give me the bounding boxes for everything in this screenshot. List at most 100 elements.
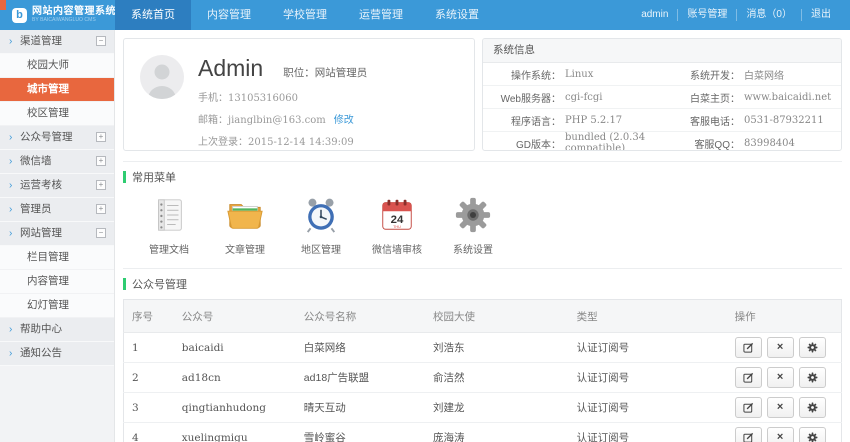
expand-icon[interactable]: + xyxy=(96,132,106,142)
svg-text:THU: THU xyxy=(393,225,401,229)
cell-account: qingtianhudong xyxy=(174,393,296,423)
edit-button[interactable] xyxy=(735,337,762,358)
nav-tab-operations[interactable]: 运营管理 xyxy=(343,0,419,30)
settings-button[interactable] xyxy=(799,427,826,442)
quick-item-region-management[interactable]: 地区管理 xyxy=(297,196,345,256)
gear-small-icon xyxy=(807,342,818,353)
cell-no: 2 xyxy=(124,363,174,393)
collapse-icon[interactable]: − xyxy=(96,36,106,46)
expand-icon[interactable]: + xyxy=(96,204,106,214)
gear-small-icon xyxy=(807,432,818,442)
sidebar-item-campus-management[interactable]: 校区管理 xyxy=(0,102,114,126)
settings-button[interactable] xyxy=(799,367,826,388)
accounts-section: 公众号管理 序号公众号公众号名称校园大使类型操作 1baicaidi白菜网络刘浩… xyxy=(123,268,842,442)
profile-phone: 手机：13105316060 xyxy=(198,89,367,104)
system-info-row: 程序语言：PHP 5.2.17客服电话：0531-87932211 xyxy=(483,109,841,132)
quick-item-label: 微信墙审核 xyxy=(372,241,422,256)
info-label: 系统开发： xyxy=(662,67,740,82)
sidebar-item-label: 通知公告 xyxy=(20,347,62,359)
user-menu-username[interactable]: admin xyxy=(632,9,678,21)
cell-type: 认证订阅号 xyxy=(569,333,727,363)
profile-name: Admin xyxy=(198,55,263,82)
cell-ambassador: 刘建龙 xyxy=(425,393,569,423)
app-subtitle: BY BAICAIWANGLUO CMS xyxy=(32,18,103,24)
collapse-icon[interactable]: − xyxy=(96,228,106,238)
edit-icon xyxy=(743,372,754,383)
info-value: PHP 5.2.17 xyxy=(561,115,622,126)
quick-item-doc-management[interactable]: 管理文档 xyxy=(145,196,193,256)
user-menu-logout[interactable]: 退出 xyxy=(802,9,840,21)
info-value: Linux xyxy=(561,69,593,80)
cell-name: 白菜网络 xyxy=(296,333,425,363)
table-row: 3qingtianhudong晴天互动刘建龙认证订阅号 × xyxy=(124,393,842,423)
delete-button[interactable]: × xyxy=(767,397,794,418)
nav-tab-content[interactable]: 内容管理 xyxy=(191,0,267,30)
cell-actions: × xyxy=(727,393,842,423)
sidebar-item-official-accounts[interactable]: ›公众号管理+ xyxy=(0,126,114,150)
info-value: 83998404 xyxy=(740,138,795,149)
quick-item-wechat-wall-review[interactable]: 24 THU微信墙审核 xyxy=(373,196,421,256)
sidebar-item-operation-assessment[interactable]: ›运营考核+ xyxy=(0,174,114,198)
settings-button[interactable] xyxy=(799,337,826,358)
quick-item-label: 文章管理 xyxy=(225,241,265,256)
expand-icon[interactable]: + xyxy=(96,156,106,166)
sidebar: ›渠道管理−校园大师城市管理校区管理›公众号管理+›微信墙+›运营考核+ › 管理员… xyxy=(0,30,115,442)
sidebar-item-label: 管理员 xyxy=(20,203,52,215)
cell-type: 认证订阅号 xyxy=(569,363,727,393)
close-icon: × xyxy=(777,342,783,353)
sidebar-item-city-management[interactable]: 城市管理 xyxy=(0,78,114,102)
folder-icon xyxy=(226,196,264,234)
system-info-cell: Web服务器：cgi-fcgi xyxy=(483,90,662,105)
sidebar-item-campus-master[interactable]: 校园大师 xyxy=(0,54,114,78)
edit-icon xyxy=(743,402,754,413)
delete-button[interactable]: × xyxy=(767,427,794,442)
sidebar-item-content-management[interactable]: 内容管理 xyxy=(0,270,114,294)
nav-tab-settings[interactable]: 系统设置 xyxy=(419,0,495,30)
edit-email-link[interactable]: 修改 xyxy=(334,115,354,126)
edit-button[interactable] xyxy=(735,367,762,388)
column-header: 校园大使 xyxy=(425,300,569,333)
cell-ambassador: 刘浩东 xyxy=(425,333,569,363)
app-title: 网站内容管理系统 xyxy=(32,6,116,17)
quick-item-system-settings[interactable]: 系统设置 xyxy=(449,196,497,256)
chevron-right-icon: › xyxy=(9,342,12,365)
delete-button[interactable]: × xyxy=(767,367,794,388)
expand-icon[interactable]: + xyxy=(96,180,106,190)
cell-account: ad18cn xyxy=(174,363,296,393)
info-value: www.baicaidi.net xyxy=(740,92,831,103)
sidebar-item-column-management[interactable]: 栏目管理 xyxy=(0,246,114,270)
system-info-cell: 白菜主页：www.baicaidi.net xyxy=(662,90,841,105)
info-label: 操作系统： xyxy=(483,67,561,82)
sidebar-item-help-center[interactable]: ›帮助中心 xyxy=(0,318,114,342)
settings-button[interactable] xyxy=(799,397,826,418)
sidebar-item-slideshow-management[interactable]: 幻灯管理 xyxy=(0,294,114,318)
corner-artifact xyxy=(0,0,6,10)
column-header: 类型 xyxy=(569,300,727,333)
quick-item-label: 管理文档 xyxy=(149,241,189,256)
sidebar-item-wechat-wall[interactable]: ›微信墙+ xyxy=(0,150,114,174)
delete-button[interactable]: × xyxy=(767,337,794,358)
sidebar-item-channel-management[interactable]: ›渠道管理− xyxy=(0,30,114,54)
sidebar-item-administrators[interactable]: ›管理员+ xyxy=(0,198,114,222)
nav-tab-home[interactable]: 系统首页 xyxy=(115,0,191,30)
quick-item-article-management[interactable]: 文章管理 xyxy=(221,196,269,256)
user-menu-messages[interactable]: 消息（0） xyxy=(737,9,802,21)
table-row: 2ad18cnad18广告联盟俞洁然认证订阅号 × xyxy=(124,363,842,393)
gear-small-icon xyxy=(807,372,818,383)
edit-button[interactable] xyxy=(735,397,762,418)
top-header: b 网站内容管理系统 BY BAICAIWANGLUO CMS 系统首页内容管理… xyxy=(0,0,850,30)
accounts-table: 序号公众号公众号名称校园大使类型操作 1baicaidi白菜网络刘浩东认证订阅号… xyxy=(123,299,842,442)
sidebar-item-website-management[interactable]: ›网站管理− xyxy=(0,222,114,246)
close-icon: × xyxy=(777,372,783,383)
info-label: 客服QQ： xyxy=(662,136,740,151)
cell-actions: × xyxy=(727,333,842,363)
info-label: 白菜主页： xyxy=(662,90,740,105)
accent-bar xyxy=(123,171,126,183)
cell-account: xuelingmigu xyxy=(174,423,296,442)
profile-card: Admin 职位：网站管理员 手机：13105316060 邮箱：jianglb… xyxy=(123,38,475,151)
info-value: cgi-fcgi xyxy=(561,92,602,103)
nav-tab-school[interactable]: 学校管理 xyxy=(267,0,343,30)
sidebar-item-notices[interactable]: › 通知公告 xyxy=(0,342,114,366)
edit-button[interactable] xyxy=(735,427,762,442)
user-menu-account-settings[interactable]: 账号管理 xyxy=(678,9,737,21)
